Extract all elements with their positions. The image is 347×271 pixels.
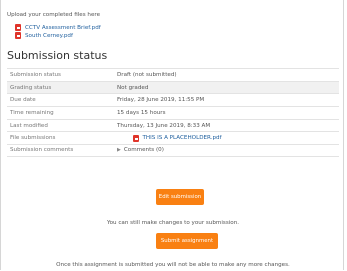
attachment-link[interactable]: CCTV Assessment Brief.pdf bbox=[25, 25, 101, 31]
table-row: Grading status Not graded bbox=[7, 80, 339, 94]
row-label: Grading status bbox=[10, 84, 52, 91]
edit-submission-button[interactable]: Edit submission bbox=[156, 189, 204, 205]
table-row: Last modified Thursday, 13 June 2019, 8:… bbox=[7, 118, 339, 132]
row-label: File submissions bbox=[10, 135, 56, 142]
attachment-item[interactable]: South Cerney.pdf bbox=[15, 32, 73, 39]
row-value: Draft (not submitted) bbox=[117, 71, 177, 78]
pdf-icon bbox=[15, 24, 21, 31]
submit-hint: Once this assignment is submitted you wi… bbox=[56, 262, 290, 268]
row-label: Due date bbox=[10, 97, 36, 104]
chevron-right-icon: ▶ bbox=[117, 147, 121, 154]
row-value: Thursday, 13 June 2019, 8:33 AM bbox=[117, 122, 211, 129]
row-value: 15 days 15 hours bbox=[117, 109, 166, 116]
assignment-panel: Upload your completed files here CCTV As… bbox=[0, 0, 344, 270]
attachment-item[interactable]: CCTV Assessment Brief.pdf bbox=[15, 24, 101, 31]
edit-hint: You can still make changes to your submi… bbox=[106, 220, 240, 226]
comments-toggle[interactable]: ▶ Comments (0) bbox=[117, 147, 339, 153]
section-title: Submission status bbox=[7, 49, 108, 62]
submit-assignment-button[interactable]: Submit assignment bbox=[156, 233, 218, 249]
submission-status-table: Submission status Draft (not submitted) … bbox=[7, 68, 339, 157]
row-value: THIS IS A PLACEHOLDER.pdf bbox=[117, 135, 339, 142]
comments-link[interactable]: Comments (0) bbox=[124, 147, 164, 153]
row-label: Submission status bbox=[10, 71, 61, 78]
table-row: Due date Friday, 28 June 2019, 11:55 PM bbox=[7, 93, 339, 106]
row-value: Not graded bbox=[117, 84, 149, 91]
submitted-file-link[interactable]: THIS IS A PLACEHOLDER.pdf bbox=[143, 135, 222, 141]
attachment-link[interactable]: South Cerney.pdf bbox=[25, 33, 73, 39]
pdf-icon bbox=[15, 32, 21, 39]
row-label: Submission comments bbox=[10, 147, 74, 154]
table-row: Submission comments ▶ Comments (0) bbox=[7, 144, 339, 157]
table-row: Time remaining 15 days 15 hours bbox=[7, 106, 339, 119]
table-row: File submissions THIS IS A PLACEHOLDER.p… bbox=[7, 131, 339, 144]
row-label: Last modified bbox=[10, 122, 48, 129]
row-value: Friday, 28 June 2019, 11:55 PM bbox=[117, 97, 205, 104]
upload-instructions: Upload your completed files here bbox=[7, 12, 101, 18]
pdf-icon bbox=[133, 135, 139, 142]
table-row: Submission status Draft (not submitted) bbox=[7, 68, 339, 81]
row-label: Time remaining bbox=[10, 109, 54, 116]
